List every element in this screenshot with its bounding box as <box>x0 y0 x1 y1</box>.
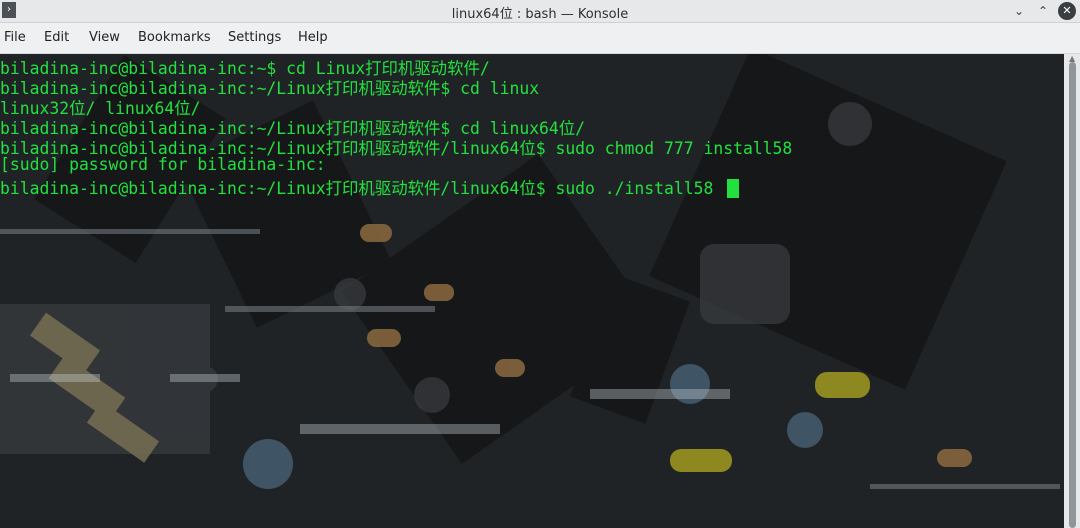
terminal-area[interactable]: biladina-inc@biladina-inc:~$ cd Linux打印机… <box>0 54 1064 528</box>
menu-settings[interactable]: Settings <box>228 30 281 45</box>
scrollbar-thumb[interactable] <box>1069 62 1076 528</box>
minimize-icon[interactable]: ⌄ <box>1006 0 1032 22</box>
terminal-line-text: [sudo] password for biladina-inc: <box>0 155 326 174</box>
title-bar[interactable]: › linux64位 : bash — Konsole ⌄ ⌃ ✕ <box>0 0 1080 23</box>
window-title: linux64位 : bash — Konsole <box>451 7 629 22</box>
menu-file[interactable]: File <box>4 30 26 45</box>
maximize-icon[interactable]: ⌃ <box>1030 0 1056 22</box>
terminal-line: biladina-inc@biladina-inc:~/Linux打印机驱动软件… <box>0 135 792 158</box>
menu-bookmarks[interactable]: Bookmarks <box>138 30 211 45</box>
text-cursor <box>727 179 740 198</box>
terminal-line: biladina-inc@biladina-inc:~/Linux打印机驱动软件… <box>0 75 539 98</box>
terminal-line: linux32位/ linux64位/ <box>0 95 201 118</box>
konsole-window: › linux64位 : bash — Konsole ⌄ ⌃ ✕ File E… <box>0 0 1080 528</box>
close-icon[interactable]: ✕ <box>1058 2 1076 20</box>
menu-edit[interactable]: Edit <box>44 30 69 45</box>
terminal-line: biladina-inc@biladina-inc:~/Linux打印机驱动软件… <box>0 115 585 138</box>
terminal-line-prompt: biladina-inc@biladina-inc:~/Linux打印机驱动软件… <box>0 175 740 198</box>
menu-bar: File Edit View Bookmarks Settings Help <box>0 23 1080 54</box>
terminal-current-command: biladina-inc@biladina-inc:~/Linux打印机驱动软件… <box>0 179 724 198</box>
menu-view[interactable]: View <box>89 30 120 45</box>
terminal-line: biladina-inc@biladina-inc:~$ cd Linux打印机… <box>0 55 490 78</box>
menu-help[interactable]: Help <box>298 30 328 45</box>
terminal-line: [sudo] password for biladina-inc: <box>0 155 326 175</box>
vertical-scrollbar[interactable]: ▲ <box>1064 54 1080 528</box>
